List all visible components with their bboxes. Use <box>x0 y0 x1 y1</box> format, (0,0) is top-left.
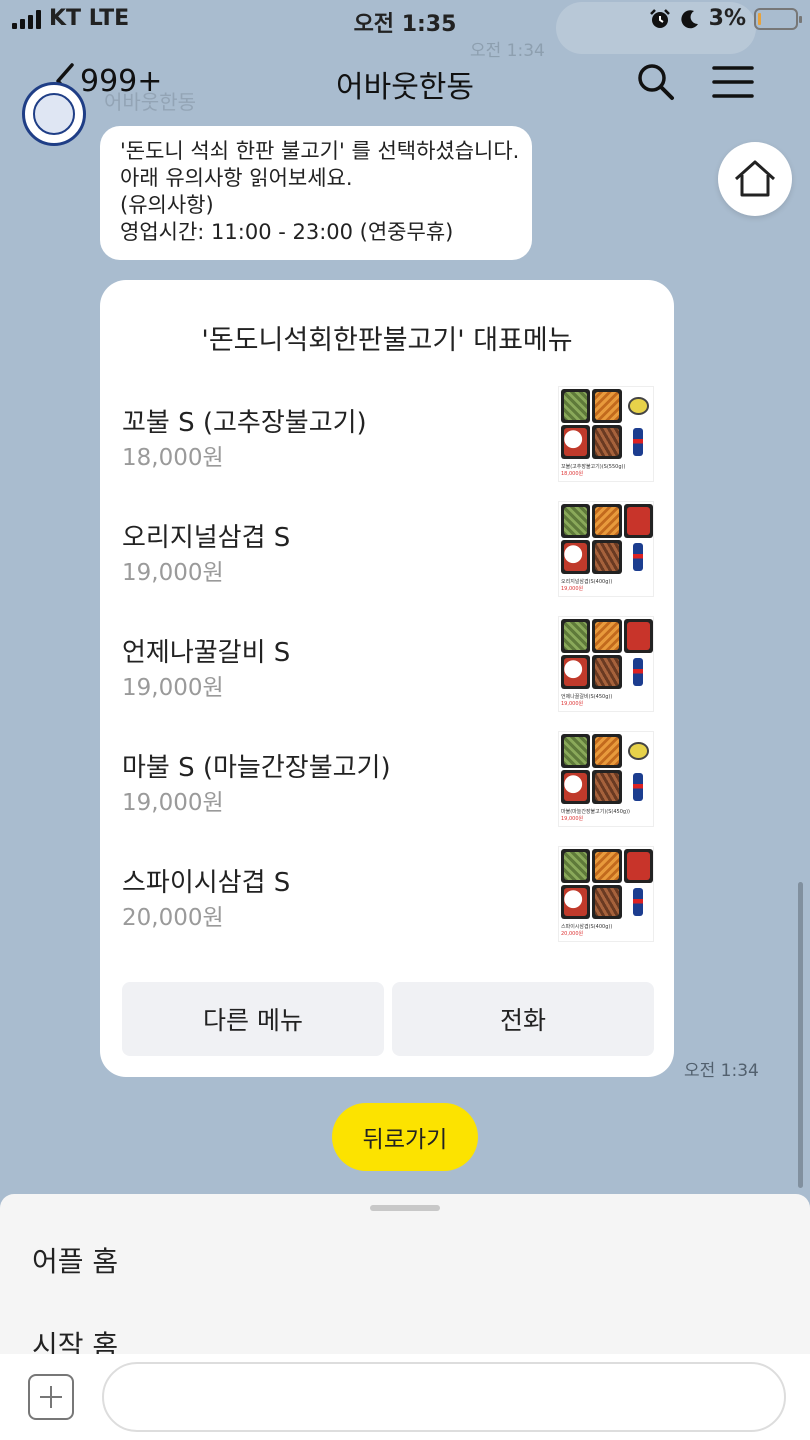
search-icon <box>638 64 674 100</box>
moon-icon <box>681 9 698 28</box>
sender-name: 어바웃한동 <box>104 90 196 114</box>
menu-item[interactable]: 마불 S (마늘간장불고기) 19,000원 마불(마늘간장불고기)(S(450… <box>122 731 654 845</box>
menu-item-name: 언제나꿀갈비 S <box>122 638 291 668</box>
message-line: 영업시간: 11:00 - 23:00 (연중무휴) <box>120 220 454 244</box>
menu-item[interactable]: 꼬불 S (고추장불고기) 18,000원 꼬불(고추장불고기)(S(550g)… <box>122 386 654 500</box>
avatar[interactable] <box>22 82 86 146</box>
menu-item-price: 20,000원 <box>122 905 224 931</box>
message-bubble: '돈도니 석쇠 한판 불고기' 를 선택하셨습니다. 아래 유의사항 읽어보세요… <box>100 126 532 260</box>
input-bar <box>0 1354 810 1440</box>
menu-item-name: 오리지널삼겹 S <box>122 523 291 553</box>
card-title: '돈도니석회한판불고기' 대표메뉴 <box>201 325 573 356</box>
sheet-handle[interactable] <box>370 1205 440 1211</box>
menu-item-price: 19,000원 <box>122 790 224 816</box>
menu-item-price: 19,000원 <box>122 560 224 586</box>
menu-item-thumbnail: 마불(마늘간장불고기)(S(450g)) 19,000원 <box>558 731 654 827</box>
message-line: '돈도니 석쇠 한판 불고기' 를 선택하셨습니다. <box>120 139 520 163</box>
menu-item[interactable]: 오리지널삼겹 S 19,000원 오리지널삼겹(S(400g)) 19,000원 <box>122 501 654 615</box>
back-quick-reply[interactable]: 뒤로가기 <box>332 1103 478 1171</box>
message-line: 아래 유의사항 읽어보세요. <box>120 166 353 190</box>
menu-item[interactable]: 언제나꿀갈비 S 19,000원 언제나꿀갈비(S(450g)) 19,000원 <box>122 616 654 730</box>
other-menu-button[interactable]: 다른 메뉴 <box>122 982 384 1056</box>
battery-percent: 3% <box>708 6 746 31</box>
menu-item-name: 꼬불 S (고추장불고기) <box>122 408 367 438</box>
message-timestamp: 오전 1:34 <box>684 1061 759 1081</box>
search-button[interactable] <box>636 62 676 106</box>
sheet-item-app-home[interactable]: 어플 홈 <box>32 1240 118 1280</box>
menu-button[interactable] <box>712 62 754 106</box>
menu-item-thumbnail: 언제나꿀갈비(S(450g)) 19,000원 <box>558 616 654 712</box>
university-logo <box>33 93 75 135</box>
menu-item-name: 스파이시삼겹 S <box>122 868 291 898</box>
menu-item-price: 18,000원 <box>122 445 224 471</box>
menu-item-price: 19,000원 <box>122 675 224 701</box>
menu-item-name: 마불 S (마늘간장불고기) <box>122 753 391 783</box>
menu-item[interactable]: 스파이시삼겹 S 20,000원 스파이시삼겹(S(400g)) 20,000원 <box>122 846 654 960</box>
plus-icon[interactable] <box>28 1374 74 1420</box>
menu-item-thumbnail: 꼬불(고추장불고기)(S(550g)) 18,000원 <box>558 386 654 482</box>
alarm-icon <box>649 8 670 28</box>
home-button[interactable] <box>718 142 792 216</box>
call-button[interactable]: 전화 <box>392 982 654 1056</box>
home-icon <box>734 160 776 197</box>
menu-card: '돈도니석회한판불고기' 대표메뉴 꼬불 S (고추장불고기) 18,000원 … <box>100 280 674 1077</box>
status-bar: KT LTE 오전 1:35 3% 오전 1:34 <box>0 0 810 61</box>
scrollbar[interactable] <box>798 882 803 1188</box>
menu-item-thumbnail: 오리지널삼겹(S(400g)) 19,000원 <box>558 501 654 597</box>
message-line: (유의사항) <box>120 193 214 217</box>
message-input[interactable] <box>102 1362 786 1432</box>
menu-icon <box>712 66 754 98</box>
battery-icon <box>754 7 802 30</box>
menu-item-thumbnail: 스파이시삼겹(S(400g)) 20,000원 <box>558 846 654 942</box>
